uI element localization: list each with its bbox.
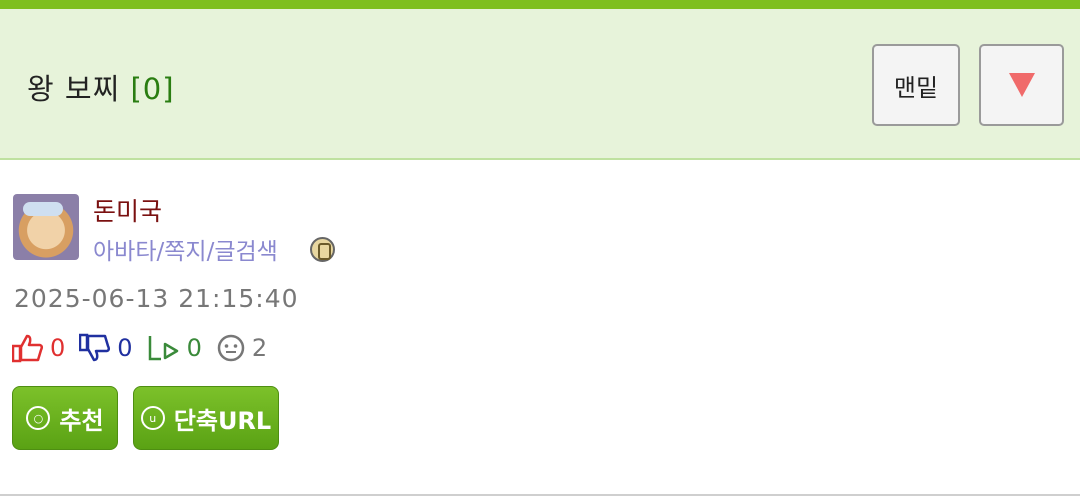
recommend-button[interactable]: ○ 추천 (12, 386, 118, 450)
dislike-count: 0 (117, 334, 133, 362)
circle-icon: ○ (26, 406, 51, 430)
top-accent-bar (0, 0, 1080, 9)
view-count: 2 (251, 334, 268, 362)
comment-count[interactable]: [0] (130, 72, 174, 106)
author-links: 아바타/쪽지/글검색 (93, 232, 278, 266)
post-title-text: 왕 보찌 (27, 72, 121, 106)
scroll-bottom-button[interactable]: 맨밑 (872, 44, 960, 126)
avatar-link[interactable]: 아바타 (93, 239, 156, 265)
like-count: 0 (50, 334, 66, 362)
share-icon (148, 336, 178, 361)
author-nickname[interactable]: 돈미국 (93, 192, 162, 228)
collapse-button[interactable] (979, 44, 1064, 126)
post-stats: 0 0 0 2 (12, 331, 281, 365)
recommend-label: 추천 (59, 406, 104, 435)
dislike-stat: 0 (79, 333, 133, 363)
share-count: 0 (186, 334, 202, 362)
thumbs-down-icon (79, 333, 111, 362)
thumbs-up-icon (12, 334, 44, 363)
member-level-icon (310, 237, 335, 262)
view-stat: 2 (216, 333, 267, 363)
smiley-icon (217, 334, 245, 362)
post-datetime: 2025-06-13 21:15:40 (14, 284, 299, 313)
like-stat: 0 (12, 333, 65, 363)
link-circle-icon: u (140, 406, 165, 430)
post-header: 왕 보찌 [0] 맨밑 (0, 9, 1080, 160)
post-search-link[interactable]: 글검색 (214, 239, 277, 265)
share-stat: 0 (147, 333, 202, 363)
triangle-down-icon (1008, 73, 1035, 97)
short-url-button[interactable]: u 단축URL (133, 386, 279, 450)
avatar[interactable] (13, 194, 79, 260)
post-title: 왕 보찌 [0] (27, 66, 175, 108)
divider (0, 494, 1080, 496)
short-url-label: 단축URL (173, 406, 272, 435)
scroll-bottom-label: 맨밑 (893, 73, 939, 102)
message-link[interactable]: 쪽지 (164, 239, 206, 265)
